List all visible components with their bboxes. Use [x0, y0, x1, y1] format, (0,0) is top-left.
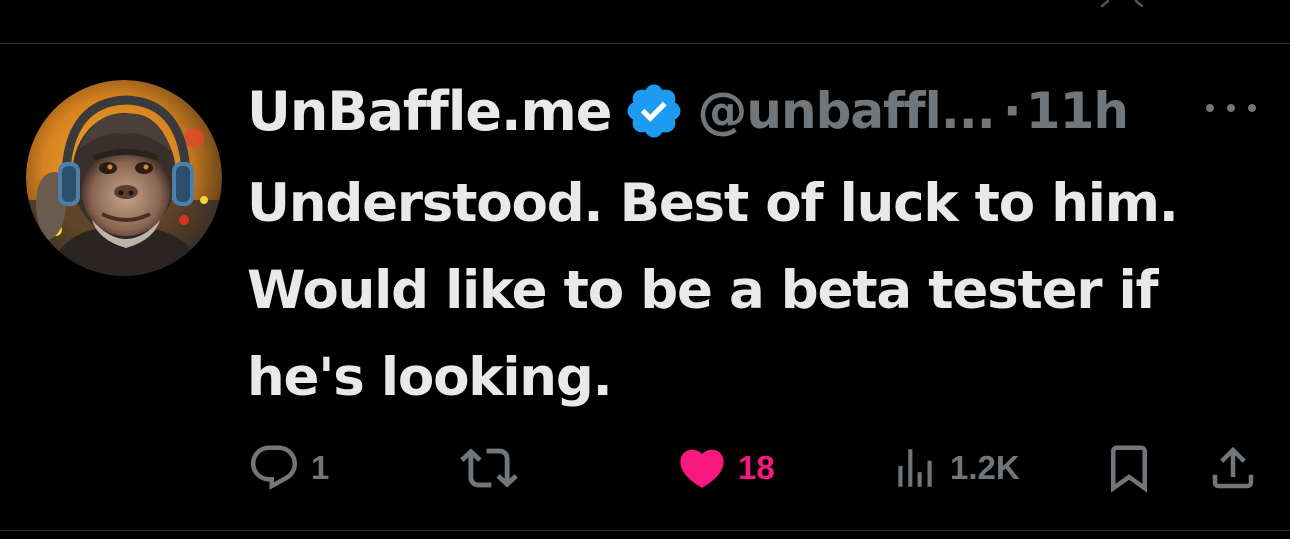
chimpanzee-avatar-icon: [26, 80, 222, 276]
more-dots-icon: [1227, 104, 1235, 112]
timestamp[interactable]: 11h: [1026, 82, 1129, 140]
share-button[interactable]: [1206, 438, 1260, 498]
tweet-text: Understood. Best of luck to him. Would l…: [247, 173, 1179, 408]
bar-chart-icon: [898, 449, 932, 487]
bookmark-icon: [1111, 445, 1147, 493]
heart-icon: [680, 449, 724, 488]
retweet-icon: [460, 448, 518, 488]
reply-count: 1: [311, 449, 330, 486]
more-dots-icon: [1206, 104, 1214, 112]
separator-dot: ·: [1002, 82, 1022, 140]
display-name[interactable]: UnBaffle.me: [247, 80, 612, 143]
more-options-button[interactable]: [1206, 96, 1256, 120]
tweet-header: UnBaffle.me @unbaffl... · 11h: [247, 74, 1129, 148]
bookmark-button[interactable]: [1102, 438, 1156, 498]
views-count: 1.2K: [950, 449, 1020, 486]
top-divider: [0, 43, 1290, 44]
avatar[interactable]: [26, 80, 222, 276]
views-button[interactable]: 1.2K: [890, 438, 1020, 498]
speech-bubble-icon: [250, 445, 298, 490]
reply-button[interactable]: 1: [247, 438, 329, 498]
bottom-divider: [0, 530, 1290, 531]
like-count: 18: [738, 449, 775, 486]
verified-badge-icon[interactable]: [623, 80, 685, 142]
share-icon: [1212, 446, 1254, 489]
handle[interactable]: @unbaffl...: [697, 82, 995, 140]
like-button[interactable]: 18: [676, 438, 775, 498]
collapse-caret-icon: [1100, 0, 1144, 8]
retweet-button[interactable]: [460, 438, 528, 498]
more-dots-icon: [1248, 104, 1256, 112]
